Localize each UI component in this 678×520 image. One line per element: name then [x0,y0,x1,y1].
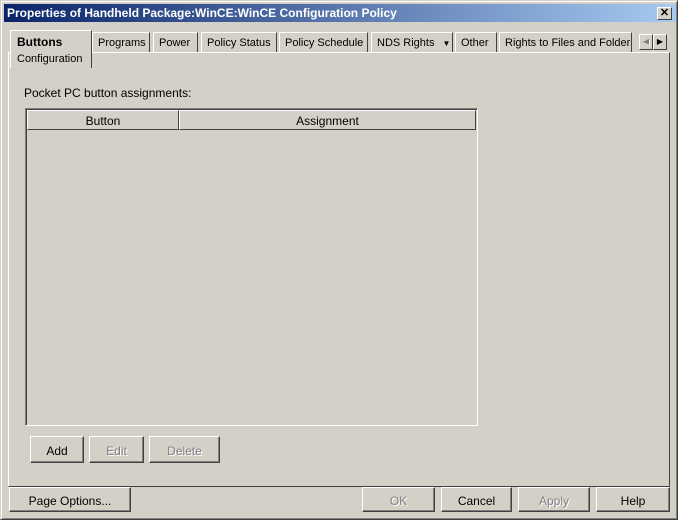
tab-power[interactable]: Power [153,32,198,52]
tab-nds-rights[interactable]: NDS Rights ▼ [371,32,453,52]
title-bar: Properties of Handheld Package:WinCE:Win… [4,4,676,22]
tab-policy-schedule[interactable]: Policy Schedule [279,32,368,52]
tab-sublabel: Configuration [17,53,83,65]
tab-label: NDS Rights [377,37,435,49]
window-title: Properties of Handheld Package:WinCE:Win… [7,6,397,20]
close-button[interactable]: ✕ [657,7,672,20]
button-assignments-table[interactable]: Button Assignment [25,108,478,426]
ok-button[interactable]: OK [362,487,435,512]
tab-scroll-right-button[interactable]: ▶ [653,34,667,50]
apply-button[interactable]: Apply [518,487,590,512]
add-button[interactable]: Add [30,436,84,463]
tab-policy-status[interactable]: Policy Status [201,32,277,52]
page-options-button[interactable]: Page Options... [9,487,131,512]
column-header-button[interactable]: Button [27,110,179,130]
edit-button[interactable]: Edit [89,436,144,463]
delete-button[interactable]: Delete [149,436,220,463]
tab-scroll-left-button[interactable]: ◀ [639,34,653,50]
tab-label: Buttons [17,35,63,49]
assignments-label: Pocket PC button assignments: [24,86,192,100]
chevron-down-icon: ▼ [442,39,451,48]
cancel-button[interactable]: Cancel [441,487,512,512]
tab-rights-files-folders[interactable]: Rights to Files and Folders [499,32,632,52]
help-button[interactable]: Help [596,487,670,512]
tab-buttons-configuration[interactable]: Buttons Configuration [10,30,92,68]
tab-programs[interactable]: Programs [92,32,150,52]
column-header-assignment[interactable]: Assignment [179,110,476,130]
tab-other[interactable]: Other [455,32,497,52]
